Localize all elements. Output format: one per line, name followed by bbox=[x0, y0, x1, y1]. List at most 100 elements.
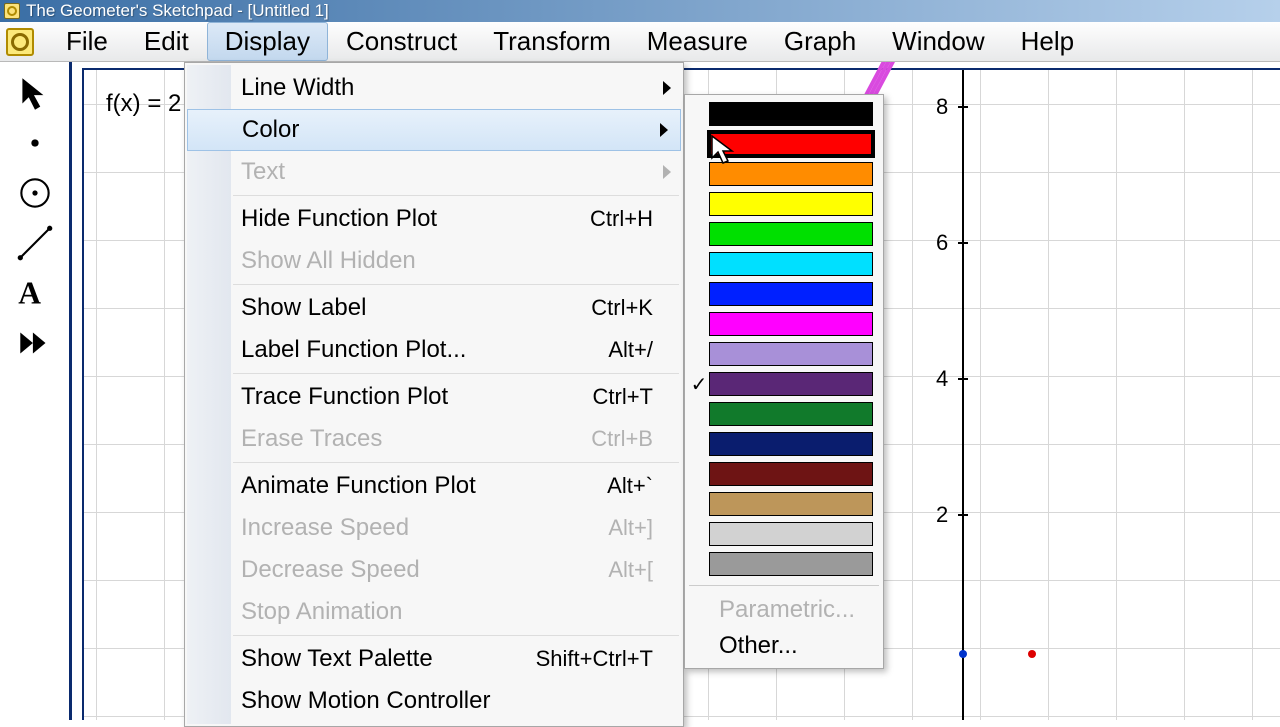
color-swatch-green[interactable] bbox=[689, 219, 879, 249]
color-swatch-cyan[interactable] bbox=[689, 249, 879, 279]
menu-item-shortcut: Ctrl+K bbox=[591, 295, 653, 321]
y-axis bbox=[962, 70, 964, 720]
menu-item-stop-animation: Stop Animation bbox=[185, 591, 683, 633]
unit-point bbox=[1028, 650, 1036, 658]
tick bbox=[958, 106, 968, 108]
menu-item-shortcut: Alt+` bbox=[607, 473, 653, 499]
menu-item-color[interactable]: Color bbox=[187, 109, 681, 151]
color-swatch-blue[interactable] bbox=[689, 279, 879, 309]
color-other[interactable]: Other... bbox=[689, 628, 879, 664]
menu-file[interactable]: File bbox=[48, 22, 126, 61]
tick-label: 8 bbox=[936, 94, 948, 120]
menu-item-shortcut: Alt+/ bbox=[608, 337, 653, 363]
menu-item-label: Stop Animation bbox=[241, 598, 653, 626]
submenu-arrow-icon bbox=[660, 123, 668, 137]
menu-graph[interactable]: Graph bbox=[766, 22, 874, 61]
menu-item-label: Show Motion Controller bbox=[241, 687, 653, 715]
tool-text[interactable]: A bbox=[7, 268, 63, 318]
submenu-arrow-icon bbox=[663, 165, 671, 179]
swatch-color bbox=[709, 552, 873, 576]
tick bbox=[958, 242, 968, 244]
tool-line[interactable] bbox=[7, 218, 63, 268]
tool-point[interactable] bbox=[7, 118, 63, 168]
swatch-color bbox=[709, 102, 873, 126]
tick-label: 2 bbox=[936, 502, 948, 528]
menu-item-label: Trace Function Plot bbox=[241, 383, 593, 411]
swatch-color bbox=[709, 312, 873, 336]
menu-item-label: Text bbox=[241, 158, 653, 186]
swatch-color bbox=[709, 492, 873, 516]
tick bbox=[958, 514, 968, 516]
tick-label: 6 bbox=[936, 230, 948, 256]
color-swatch-gray[interactable] bbox=[689, 549, 879, 579]
color-parametric: Parametric... bbox=[689, 592, 879, 628]
svg-text:A: A bbox=[18, 276, 41, 311]
menu-item-show-motion-controller[interactable]: Show Motion Controller bbox=[185, 680, 683, 722]
menu-item-show-text-palette[interactable]: Show Text PaletteShift+Ctrl+T bbox=[185, 638, 683, 680]
menu-item-label-function-plot[interactable]: Label Function Plot...Alt+/ bbox=[185, 329, 683, 371]
app-title: The Geometer's Sketchpad - [Untitled 1] bbox=[26, 1, 329, 21]
menu-item-label: Increase Speed bbox=[241, 514, 608, 542]
tick-label: 4 bbox=[936, 366, 948, 392]
app-icon bbox=[4, 3, 20, 19]
menu-item-label: Hide Function Plot bbox=[241, 205, 590, 233]
color-swatch-purple[interactable]: ✓ bbox=[689, 369, 879, 399]
color-swatch-maroon[interactable] bbox=[689, 459, 879, 489]
menu-item-text: Text bbox=[185, 151, 683, 193]
menu-item-decrease-speed: Decrease SpeedAlt+[ bbox=[185, 549, 683, 591]
menu-item-trace-function-plot[interactable]: Trace Function PlotCtrl+T bbox=[185, 376, 683, 418]
menu-item-label: Show Text Palette bbox=[241, 645, 536, 673]
tick bbox=[958, 378, 968, 380]
menu-item-erase-traces: Erase TracesCtrl+B bbox=[185, 418, 683, 460]
menu-item-label: Label Function Plot... bbox=[241, 336, 608, 364]
function-expression[interactable]: f(x) = 2· bbox=[106, 90, 189, 118]
color-swatch-tan[interactable] bbox=[689, 489, 879, 519]
color-swatch-orange[interactable] bbox=[689, 159, 879, 189]
swatch-color bbox=[709, 162, 873, 186]
app-menu-icon[interactable] bbox=[6, 28, 34, 56]
menu-item-increase-speed: Increase SpeedAlt+] bbox=[185, 507, 683, 549]
menu-item-shortcut: Alt+[ bbox=[608, 557, 653, 583]
swatch-color bbox=[709, 132, 873, 156]
menu-edit[interactable]: Edit bbox=[126, 22, 207, 61]
menu-item-shortcut: Ctrl+T bbox=[593, 384, 654, 410]
tool-circle[interactable] bbox=[7, 168, 63, 218]
swatch-color bbox=[709, 522, 873, 546]
menu-item-label: Show All Hidden bbox=[241, 247, 653, 275]
check-icon: ✓ bbox=[689, 372, 709, 397]
tool-play[interactable] bbox=[7, 318, 63, 368]
color-swatch-lavender[interactable] bbox=[689, 339, 879, 369]
menu-item-label: Decrease Speed bbox=[241, 556, 608, 584]
color-swatch-black[interactable] bbox=[689, 99, 879, 129]
tool-arrow[interactable] bbox=[7, 68, 63, 118]
swatch-color bbox=[709, 222, 873, 246]
swatch-color bbox=[709, 192, 873, 216]
color-swatch-magenta[interactable] bbox=[689, 309, 879, 339]
menu-measure[interactable]: Measure bbox=[629, 22, 766, 61]
swatch-color bbox=[709, 432, 873, 456]
swatch-color bbox=[709, 462, 873, 486]
color-swatch-navy[interactable] bbox=[689, 429, 879, 459]
menu-bar: File Edit Display Construct Transform Me… bbox=[0, 22, 1280, 62]
menu-help[interactable]: Help bbox=[1003, 22, 1092, 61]
menu-item-hide-function-plot[interactable]: Hide Function PlotCtrl+H bbox=[185, 198, 683, 240]
menu-item-show-label[interactable]: Show LabelCtrl+K bbox=[185, 287, 683, 329]
color-swatch-darkgreen[interactable] bbox=[689, 399, 879, 429]
display-menu-dropdown: Line WidthColorTextHide Function PlotCtr… bbox=[184, 62, 684, 727]
menu-item-line-width[interactable]: Line Width bbox=[185, 67, 683, 109]
menu-item-label: Line Width bbox=[241, 74, 653, 102]
color-swatch-red[interactable] bbox=[689, 129, 879, 159]
color-swatch-lightgray[interactable] bbox=[689, 519, 879, 549]
menu-transform[interactable]: Transform bbox=[475, 22, 629, 61]
menu-item-animate-function-plot[interactable]: Animate Function PlotAlt+` bbox=[185, 465, 683, 507]
menu-item-shortcut: Ctrl+H bbox=[590, 206, 653, 232]
color-swatch-yellow[interactable] bbox=[689, 189, 879, 219]
menu-item-shortcut: Ctrl+B bbox=[591, 426, 653, 452]
color-submenu: ✓ Parametric...Other... bbox=[684, 94, 884, 669]
swatch-color bbox=[709, 252, 873, 276]
menu-display[interactable]: Display bbox=[207, 22, 328, 61]
menu-window[interactable]: Window bbox=[874, 22, 1002, 61]
menu-construct[interactable]: Construct bbox=[328, 22, 475, 61]
tool-palette: A bbox=[0, 62, 72, 720]
menu-item-label: Animate Function Plot bbox=[241, 472, 607, 500]
